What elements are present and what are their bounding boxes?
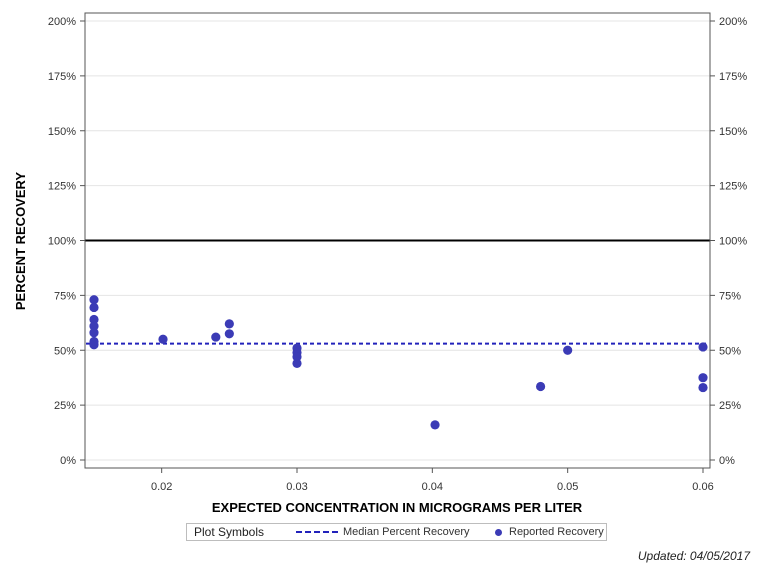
y-tick-label-left: 0% bbox=[60, 455, 76, 467]
x-tick-label: 0.05 bbox=[557, 481, 578, 493]
y-tick-label-left: 75% bbox=[54, 290, 76, 302]
dashed-line-swatch-icon bbox=[296, 531, 338, 533]
data-point bbox=[698, 373, 708, 383]
y-tick-label-right: 0% bbox=[719, 455, 735, 467]
data-point bbox=[430, 420, 440, 430]
y-tick-label-right: 75% bbox=[719, 290, 741, 302]
x-tick-label: 0.04 bbox=[422, 481, 443, 493]
y-tick-label-right: 100% bbox=[719, 236, 747, 248]
data-point bbox=[211, 332, 221, 342]
data-points bbox=[89, 295, 708, 430]
data-point bbox=[224, 319, 234, 329]
y-tick-label-left: 50% bbox=[54, 345, 76, 357]
axis-ticks: 0% 0% 25% 25% 50% 50% 75% 75% 100% 100% 125% 125% 15… bbox=[48, 16, 747, 493]
legend-item-median: Median Percent Recovery bbox=[296, 526, 470, 538]
data-point bbox=[89, 340, 99, 350]
y-tick-label-right: 175% bbox=[719, 71, 747, 83]
x-axis-title: EXPECTED CONCENTRATION IN MICROGRAMS PER… bbox=[212, 500, 583, 515]
x-tick-label: 0.02 bbox=[151, 481, 172, 493]
legend: Plot Symbols Median Percent Recovery Rep… bbox=[186, 523, 607, 541]
legend-median-label: Median Percent Recovery bbox=[343, 526, 470, 538]
x-tick-label: 0.03 bbox=[286, 481, 307, 493]
y-tick-label-right: 125% bbox=[719, 181, 747, 193]
x-tick-label: 0.06 bbox=[692, 481, 713, 493]
y-tick-label-left: 150% bbox=[48, 126, 76, 138]
y-tick-label-left: 200% bbox=[48, 16, 76, 28]
data-point bbox=[292, 358, 302, 369]
y-tick-label-right: 25% bbox=[719, 400, 741, 412]
y-tick-label-left: 25% bbox=[54, 400, 76, 412]
data-point bbox=[224, 329, 234, 339]
y-tick-label-left: 125% bbox=[48, 181, 76, 193]
reference-lines bbox=[85, 239, 710, 345]
data-point bbox=[698, 382, 708, 393]
data-point bbox=[536, 381, 546, 392]
data-point bbox=[563, 345, 573, 355]
dot-marker-swatch-icon bbox=[495, 528, 502, 536]
updated-date: Updated: 04/05/2017 bbox=[637, 549, 750, 563]
y-tick-label-left: 175% bbox=[48, 71, 76, 83]
legend-title: Plot Symbols bbox=[194, 525, 265, 539]
data-point bbox=[158, 334, 168, 344]
data-point bbox=[698, 342, 708, 352]
y-tick-label-right: 150% bbox=[719, 126, 747, 138]
y-axis-title: PERCENT RECOVERY bbox=[13, 172, 28, 311]
y-tick-label-left: 100% bbox=[48, 236, 76, 248]
data-point bbox=[89, 302, 99, 313]
scatter-chart: 0% 0% 25% 25% 50% 50% 75% 75% 100% 100% 125% 125% 15… bbox=[13, 12, 747, 515]
y-tick-label-right: 200% bbox=[719, 16, 747, 28]
legend-item-reported: Reported Recovery bbox=[493, 526, 604, 538]
y-tick-label-right: 50% bbox=[719, 345, 741, 357]
legend-reported-label: Reported Recovery bbox=[509, 526, 604, 538]
data-point bbox=[89, 328, 99, 338]
